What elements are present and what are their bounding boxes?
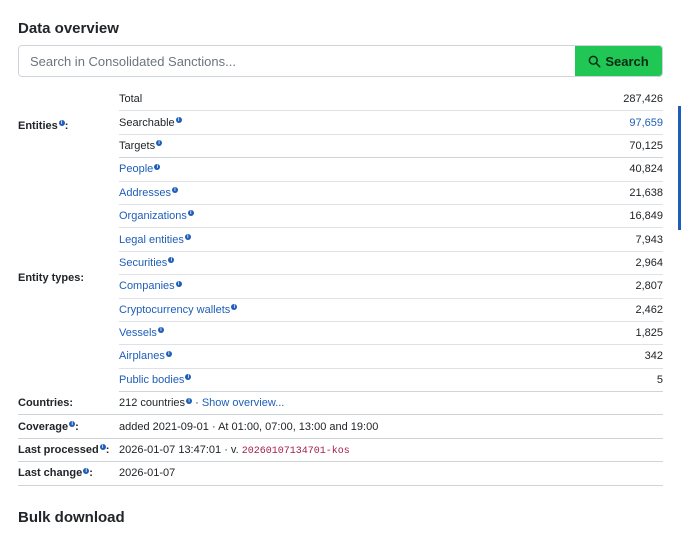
coverage-label: Coverage i: <box>18 414 119 439</box>
entity-type-link[interactable]: Cryptocurrency wallets <box>119 304 230 316</box>
info-icon[interactable]: i <box>175 280 182 287</box>
row-value: 97,659 <box>526 110 663 135</box>
countries-value: 212 countries i · Show overview... <box>119 391 663 416</box>
search-button[interactable]: Search <box>575 46 662 76</box>
info-icon[interactable]: i <box>99 444 106 451</box>
search-button-label: Search <box>605 53 649 69</box>
row-label: Targets i <box>119 134 527 159</box>
row-label: Public bodies i <box>119 368 527 393</box>
entities-label: Entities i: <box>18 119 69 132</box>
row-label: Vessels i <box>119 321 527 346</box>
info-icon[interactable]: i <box>157 327 164 334</box>
row-value: 2,807 <box>526 274 663 299</box>
search-form: Search <box>18 45 663 77</box>
row-value: 40,824 <box>526 157 663 182</box>
row-value: 2,964 <box>526 251 663 276</box>
info-icon[interactable]: i <box>184 233 191 240</box>
countries-label: Countries: <box>18 391 119 416</box>
row-value: 5 <box>526 368 663 393</box>
table-row: Countries: 212 countries i · Show overvie… <box>18 391 663 416</box>
bulk-download-title: Bulk download <box>18 509 125 526</box>
row-value: 70,125 <box>526 134 663 159</box>
last-processed-value: 2026-01-07 13:47:01 · v. 20260107134701-… <box>119 438 663 463</box>
row-label: Organizations i <box>119 204 527 229</box>
info-icon[interactable]: i <box>58 120 65 127</box>
row-label: Companies i <box>119 274 527 299</box>
info-icon[interactable]: i <box>187 210 194 217</box>
info-icon[interactable]: i <box>165 350 172 357</box>
info-icon[interactable]: i <box>231 304 238 311</box>
info-icon[interactable]: i <box>154 163 161 170</box>
row-value: 1,825 <box>526 321 663 346</box>
entity-types-label: Entity types: <box>18 271 85 284</box>
info-icon[interactable]: i <box>69 421 76 427</box>
row-value: 342 <box>526 344 663 369</box>
show-overview-link[interactable]: Show overview... <box>202 397 285 409</box>
row-label: Securities i <box>119 251 527 276</box>
row-label: Cryptocurrency wallets i <box>119 298 527 322</box>
row-label: Searchable i <box>119 110 527 135</box>
row-value: 21,638 <box>526 181 663 205</box>
row-label: People i <box>119 157 527 182</box>
entity-type-link[interactable]: People <box>119 163 153 175</box>
data-overview-table: Entities i: Total 287,426 Searchable i 97,… <box>18 88 663 486</box>
cut-off-text <box>18 0 318 4</box>
row-label: Total <box>119 88 527 112</box>
info-icon[interactable]: i <box>83 467 90 474</box>
row-value: 287,426 <box>526 88 663 112</box>
entity-type-link[interactable]: Addresses <box>119 187 171 199</box>
table-row: Last change i: 2026-01-07 <box>18 461 663 486</box>
last-change-value: 2026-01-07 <box>119 461 663 486</box>
searchable-count-link[interactable]: 97,659 <box>629 117 663 129</box>
info-icon[interactable]: i <box>186 397 193 404</box>
entity-type-link[interactable]: Organizations <box>119 210 187 222</box>
row-label: Airplanes i <box>119 344 527 369</box>
info-icon[interactable]: i <box>185 374 192 381</box>
entity-type-link[interactable]: Companies <box>119 280 175 292</box>
info-icon[interactable]: i <box>171 187 178 194</box>
table-row: Entities i: Total 287,426 <box>18 88 663 132</box>
row-value: 2,462 <box>526 298 663 322</box>
page-title: Data overview <box>18 20 119 37</box>
search-icon <box>588 55 601 68</box>
last-change-label: Last change i: <box>18 461 119 486</box>
entity-type-link[interactable]: Securities <box>119 257 167 269</box>
version-code: 20260107134701-kos <box>241 445 350 457</box>
info-icon[interactable]: i <box>168 257 175 264</box>
info-icon[interactable]: i <box>175 116 182 123</box>
row-value: 16,849 <box>526 204 663 229</box>
table-row: Last processed i: 2026-01-07 13:47:01 · v… <box>18 438 663 463</box>
entity-type-link[interactable]: Vessels <box>119 327 157 339</box>
row-label: Addresses i <box>119 181 527 205</box>
search-input[interactable] <box>19 46 575 76</box>
last-processed-label: Last processed i: <box>18 438 119 463</box>
entity-type-link[interactable]: Legal entities <box>119 234 184 246</box>
row-label: Legal entities i <box>119 227 527 252</box>
coverage-value: added 2021-09-01 · At 01:00, 07:00, 13:0… <box>119 414 663 439</box>
info-icon[interactable]: i <box>156 140 163 147</box>
row-value: 7,943 <box>526 227 663 252</box>
entity-type-link[interactable]: Airplanes <box>119 350 165 362</box>
table-row: Entity types: People i 40,824 <box>18 157 663 284</box>
entity-type-link[interactable]: Public bodies <box>119 374 184 386</box>
table-row: Coverage i: added 2021-09-01 · At 01:00, … <box>18 414 663 439</box>
